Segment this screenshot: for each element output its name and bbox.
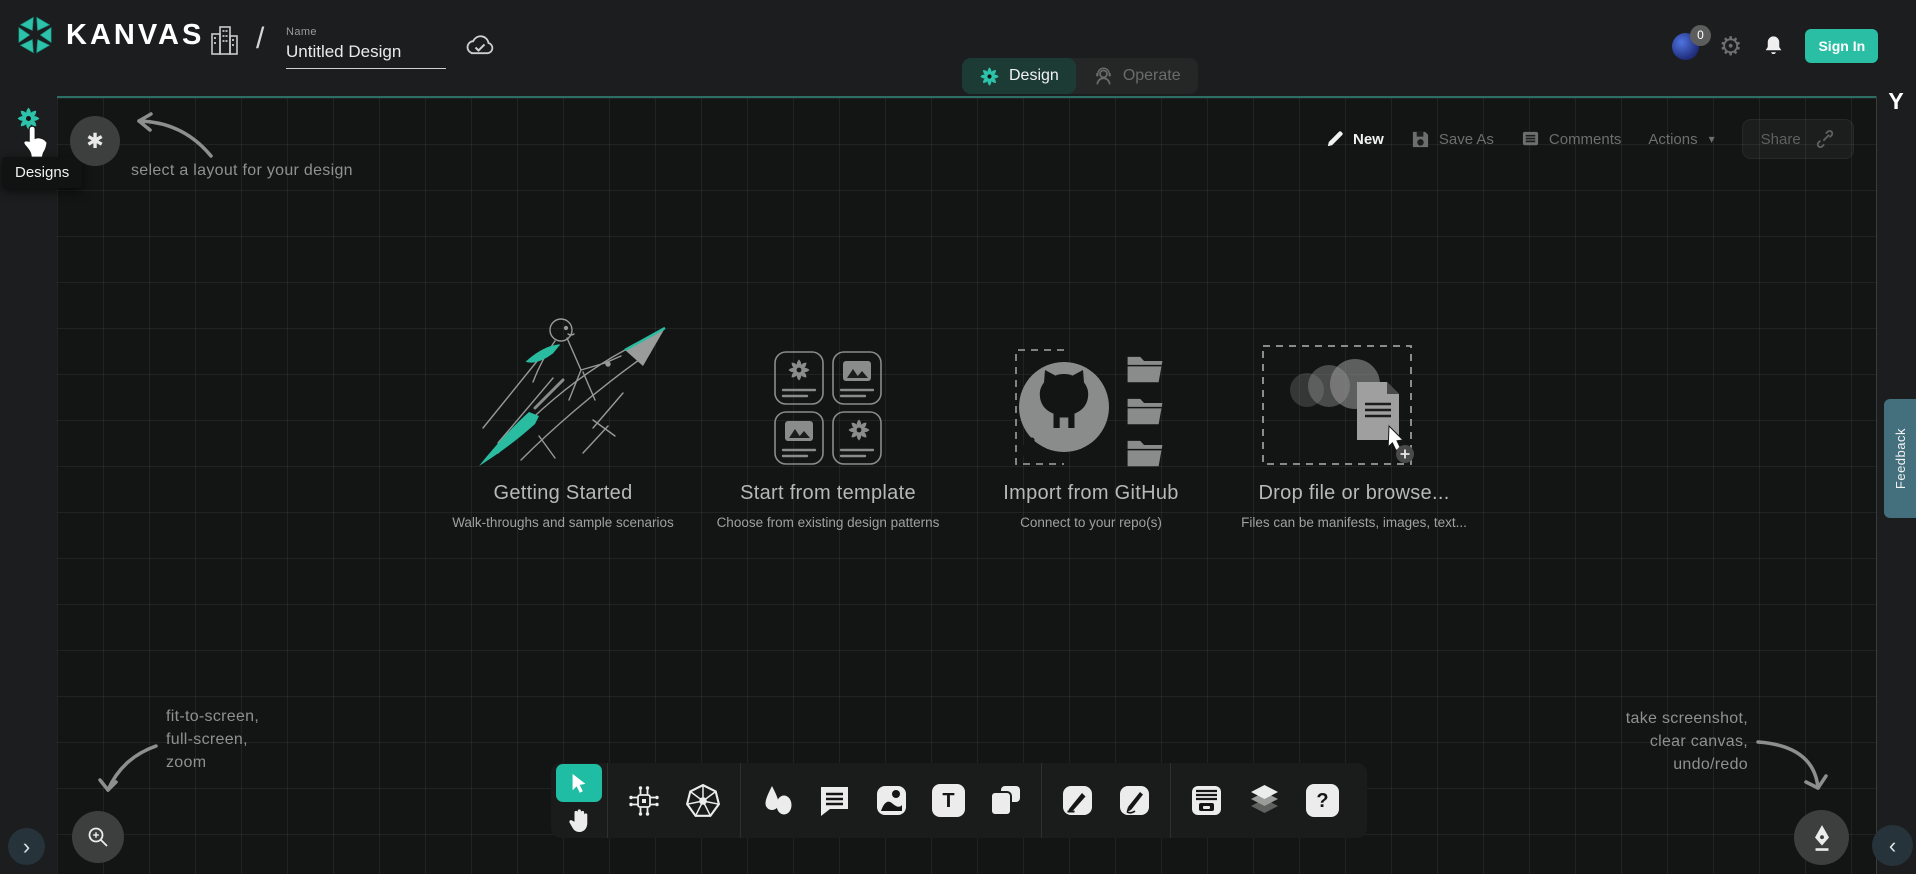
new-label: New xyxy=(1353,131,1384,148)
card-subtitle: Files can be manifests, images, text... xyxy=(1219,515,1489,530)
select-tool-button[interactable] xyxy=(556,764,602,802)
hand-cursor-icon xyxy=(22,124,50,160)
card-title: Start from template xyxy=(693,482,963,505)
new-button[interactable]: New xyxy=(1325,130,1384,149)
feedback-tab[interactable]: Feedback xyxy=(1884,399,1916,518)
canvas-toolbar: New Save As Comments Actions ▾ Share xyxy=(1325,118,1854,160)
kubernetes-tool-icon[interactable] xyxy=(685,783,721,819)
pan-tool-button[interactable] xyxy=(567,802,591,838)
organization-icon[interactable] xyxy=(208,24,240,58)
bell-icon[interactable] xyxy=(1762,34,1785,58)
chevron-down-icon: ▾ xyxy=(1709,132,1715,146)
tab-operate[interactable]: Operate xyxy=(1076,58,1198,94)
share-button[interactable]: Share xyxy=(1742,119,1854,159)
comment-tool-icon[interactable] xyxy=(818,784,851,817)
avatar[interactable]: 0 xyxy=(1672,33,1699,60)
app-header: KANVAS / Name Design xyxy=(0,0,1916,96)
save-as-label: Save As xyxy=(1439,131,1494,148)
media-tool-icon[interactable] xyxy=(875,784,908,817)
account-area: 0 ⚙ Sign In xyxy=(1672,26,1878,66)
expand-sidebar-button[interactable]: › xyxy=(8,828,45,865)
card-subtitle: Choose from existing design patterns xyxy=(693,515,963,530)
name-label: Name xyxy=(286,26,448,38)
card-title: Import from GitHub xyxy=(956,482,1226,505)
saved-items-tool-icon[interactable] xyxy=(1190,784,1223,817)
kanvas-logo-icon[interactable] xyxy=(14,14,56,56)
tool-dock: T xyxy=(551,763,1367,838)
card-drop-file[interactable]: Drop file or browse... Files can be mani… xyxy=(1219,308,1489,530)
note-tool-icon[interactable] xyxy=(989,784,1022,817)
pen-nib-icon xyxy=(1809,824,1835,852)
gear-icon[interactable]: ⚙ xyxy=(1719,33,1742,59)
card-subtitle: Connect to your repo(s) xyxy=(956,515,1226,530)
brand-title: KANVAS xyxy=(66,19,204,52)
share-label: Share xyxy=(1761,131,1801,148)
tab-design[interactable]: Design xyxy=(962,58,1076,94)
help-tool-icon[interactable]: ? xyxy=(1306,784,1339,817)
save-as-button[interactable]: Save As xyxy=(1411,130,1494,149)
card-title: Drop file or browse... xyxy=(1219,482,1489,505)
layout-select-button[interactable]: ✱ xyxy=(70,116,120,166)
design-name-input[interactable] xyxy=(286,38,446,69)
component-tool-icon[interactable] xyxy=(627,784,661,818)
pen-tool-icon[interactable] xyxy=(1061,784,1094,817)
card-import-from-github[interactable]: Import from GitHub Connect to your repo(… xyxy=(956,308,1226,530)
zoom-controls-button[interactable] xyxy=(72,811,124,863)
comments-button[interactable]: Comments xyxy=(1521,130,1622,149)
feedback-label: Feedback xyxy=(1893,428,1908,489)
chevron-right-icon: › xyxy=(23,834,30,860)
design-name-field: Name xyxy=(286,26,448,69)
actions-dropdown[interactable]: Actions ▾ xyxy=(1648,131,1714,148)
tab-operate-label: Operate xyxy=(1123,67,1181,85)
github-import-icon xyxy=(956,308,1226,468)
comments-label: Comments xyxy=(1549,131,1622,148)
sign-in-button[interactable]: Sign In xyxy=(1805,29,1878,63)
actions-label: Actions xyxy=(1648,131,1697,148)
text-tool-glyph: T xyxy=(942,791,954,811)
text-tool-icon[interactable]: T xyxy=(932,784,965,817)
collapse-panel-button[interactable]: ‹ xyxy=(1872,825,1913,866)
card-subtitle: Walk-throughs and sample scenarios xyxy=(428,515,698,530)
breadcrumb-separator: / xyxy=(256,22,264,56)
screenshot-hint-arrow xyxy=(1752,734,1832,802)
card-title: Getting Started xyxy=(428,482,698,505)
card-start-from-template[interactable]: Start from template Choose from existing… xyxy=(693,308,963,530)
layout-hint-arrow xyxy=(125,106,225,166)
layers-tool-icon[interactable] xyxy=(1247,783,1282,818)
card-getting-started[interactable]: Getting Started Walk-throughs and sample… xyxy=(428,308,698,530)
code-panel-toggle[interactable]: Y xyxy=(1884,88,1908,115)
screenshot-hint-text: take screenshot, clear canvas, undo/redo xyxy=(1540,707,1748,776)
pencil-tool-icon[interactable] xyxy=(1118,784,1151,817)
drop-file-icon xyxy=(1219,308,1489,468)
designs-tooltip: Designs xyxy=(2,157,82,188)
cloud-sync-icon xyxy=(464,33,496,59)
help-glyph: ? xyxy=(1316,791,1328,811)
mode-tabs: Design Operate xyxy=(962,58,1198,94)
zoom-hint-arrow xyxy=(92,738,164,804)
zoom-hint-text: fit-to-screen, full-screen, zoom xyxy=(166,705,259,774)
shapes-tool-icon[interactable] xyxy=(760,784,794,818)
left-sidebar-strip xyxy=(0,96,57,874)
magnifier-plus-icon xyxy=(86,825,110,849)
canvas-actions-button[interactable] xyxy=(1794,810,1849,865)
template-grid-icon xyxy=(693,308,963,468)
rocket-sketch-illustration xyxy=(428,308,698,468)
notification-badge: 0 xyxy=(1690,25,1711,46)
chevron-left-icon: ‹ xyxy=(1889,833,1896,859)
tab-design-label: Design xyxy=(1009,67,1059,85)
